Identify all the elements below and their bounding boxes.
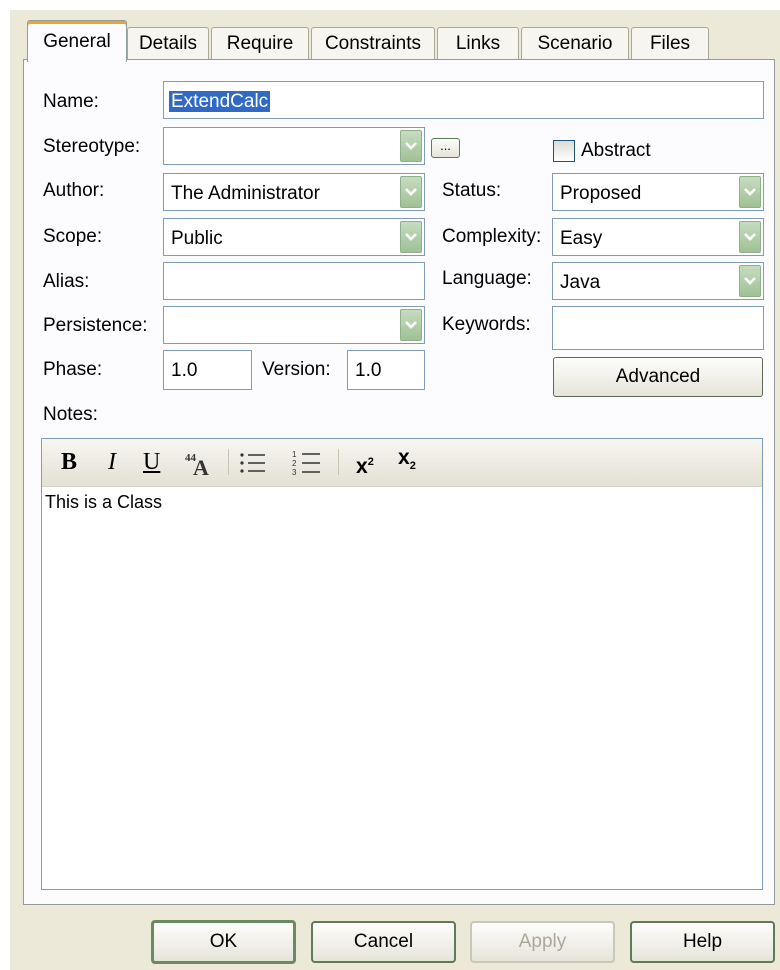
stereotype-label: Stereotype: [43, 136, 141, 157]
version-label: Version: [262, 359, 331, 380]
status-select[interactable]: Proposed [552, 173, 764, 211]
chevron-down-icon[interactable] [400, 221, 422, 253]
svg-text:2: 2 [292, 459, 297, 468]
subscript-x: x [398, 446, 410, 469]
status-label: Status: [442, 180, 502, 201]
scope-select[interactable]: Public [163, 218, 425, 256]
stereotype-browse-button[interactable]: ... [431, 138, 460, 158]
stereotype-select[interactable] [163, 127, 425, 165]
language-label: Language: [442, 268, 532, 289]
version-value: 1.0 [355, 360, 382, 381]
scope-value: Public [171, 228, 223, 249]
complexity-select[interactable]: Easy [552, 218, 764, 256]
bullet-list-icon[interactable] [239, 451, 267, 481]
numbered-list-icon[interactable]: 123 [292, 449, 322, 483]
cancel-button[interactable]: Cancel [311, 921, 456, 963]
chevron-down-icon[interactable] [739, 176, 761, 208]
subscript-button[interactable]: x2 [398, 445, 416, 479]
bold-button[interactable]: B [61, 449, 77, 475]
subscript-mark: 2 [409, 460, 416, 473]
author-select[interactable]: The Administrator [163, 173, 425, 211]
svg-text:1: 1 [292, 450, 297, 459]
alias-input[interactable] [163, 262, 425, 300]
notes-label: Notes: [43, 404, 98, 425]
chevron-down-icon[interactable] [739, 221, 761, 253]
language-value: Java [560, 272, 601, 293]
notes-text: This is a Class [45, 492, 163, 512]
author-label: Author: [43, 180, 105, 201]
keywords-label: Keywords: [442, 314, 531, 335]
ok-label: OK [209, 931, 238, 952]
chevron-down-icon[interactable] [400, 176, 422, 208]
underline-button[interactable]: U [143, 449, 160, 475]
font-color-icon[interactable]: 44 A [183, 451, 215, 483]
ok-button[interactable]: OK [151, 920, 296, 964]
phase-input[interactable]: 1.0 [163, 350, 252, 390]
apply-label: Apply [518, 931, 567, 952]
phase-label: Phase: [43, 359, 103, 380]
apply-button[interactable]: Apply [470, 921, 615, 963]
chevron-down-icon[interactable] [739, 265, 761, 297]
superscript-button[interactable]: x2 [356, 449, 374, 480]
language-select[interactable]: Java [552, 262, 764, 300]
notes-editor[interactable]: B I U 44 A 123 x2 x2 This is a Class [41, 438, 763, 890]
name-input[interactable]: ExtendCalc [163, 81, 764, 119]
superscript-x: x [356, 455, 368, 478]
name-label: Name: [43, 91, 99, 112]
help-label: Help [682, 931, 723, 952]
version-input[interactable]: 1.0 [347, 350, 425, 390]
scope-label: Scope: [43, 226, 103, 247]
author-value: The Administrator [171, 183, 320, 204]
complexity-value: Easy [560, 228, 603, 249]
abstract-label: Abstract [581, 140, 651, 161]
chevron-down-icon[interactable] [400, 130, 422, 162]
ellipsis-label: ... [440, 138, 451, 153]
cancel-label: Cancel [353, 931, 414, 952]
help-button[interactable]: Help [630, 921, 775, 963]
svg-text:3: 3 [292, 468, 297, 477]
chevron-down-icon[interactable] [400, 309, 422, 341]
keywords-input[interactable] [552, 306, 764, 350]
phase-value: 1.0 [171, 360, 198, 381]
alias-label: Alias: [43, 271, 90, 292]
status-value: Proposed [560, 183, 642, 204]
superscript-mark: 2 [367, 456, 374, 468]
complexity-label: Complexity: [442, 226, 542, 247]
advanced-button[interactable]: Advanced [553, 357, 763, 397]
abstract-checkbox[interactable] [553, 140, 575, 162]
persistence-label: Persistence: [43, 315, 148, 336]
advanced-label: Advanced [615, 366, 701, 387]
name-value: ExtendCalc [169, 91, 271, 112]
svg-text:A: A [193, 455, 209, 477]
persistence-select[interactable] [163, 306, 425, 344]
notes-formatting-toolbar: B I U 44 A 123 x2 x2 [42, 439, 762, 487]
italic-button[interactable]: I [108, 449, 116, 475]
